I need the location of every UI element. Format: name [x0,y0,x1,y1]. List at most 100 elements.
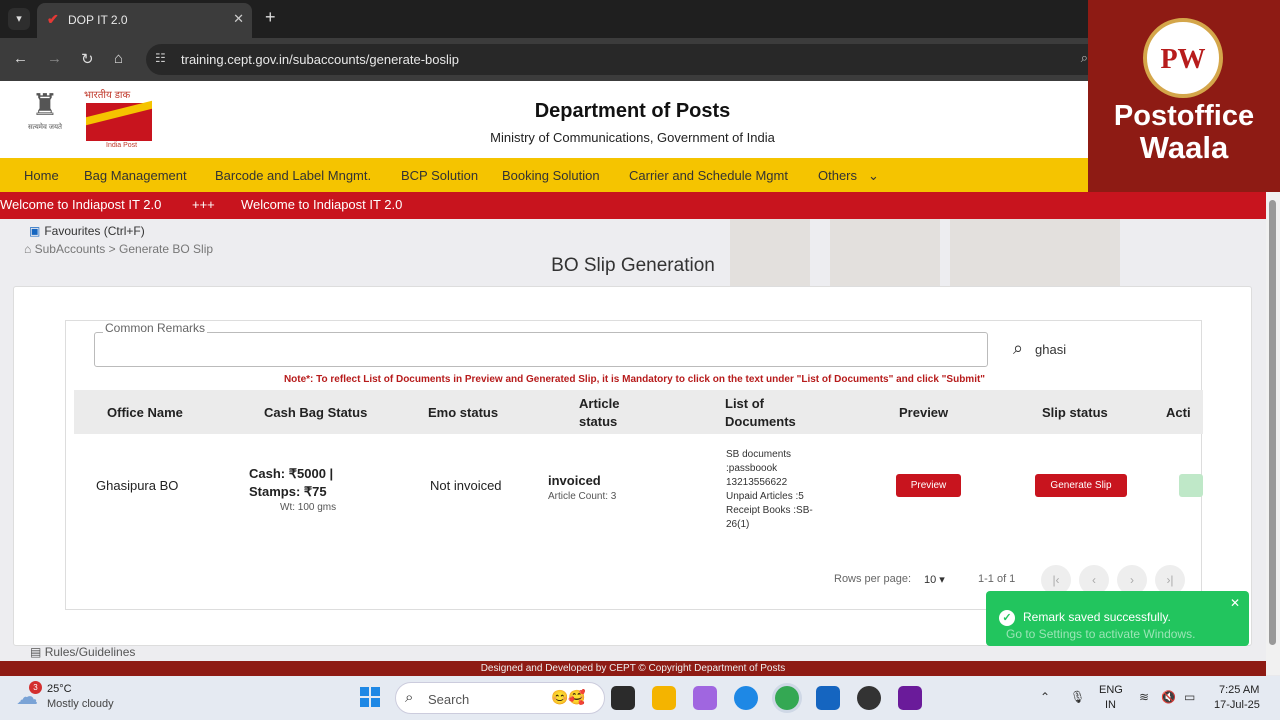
nav-bcp-solution[interactable]: BCP Solution [401,168,478,183]
rules-guidelines-link[interactable]: ▤ Rules/Guidelines [30,645,135,659]
article-status-cell: invoiced [548,473,601,488]
chrome-icon[interactable] [775,686,799,710]
nav-carrier-schedule[interactable]: Carrier and Schedule Mgmt [629,168,788,183]
browser-tab-bar: ▾ ✔ DOP IT 2.0 ✕ + [0,0,1090,38]
breadcrumb-current: Generate BO Slip [119,242,214,256]
action-button[interactable] [1179,474,1203,497]
breadcrumb: ⌂ SubAccounts > Generate BO Slip [24,242,214,256]
generate-slip-button[interactable]: Generate Slip [1035,474,1127,497]
search-highlight-icon: 😊🥰 [551,689,586,705]
start-button[interactable] [360,687,380,707]
taskbar-search-label: Search [428,692,470,707]
stamp-decoration [830,219,940,289]
site-subtitle: Ministry of Communications, Government o… [490,130,775,145]
rows-per-page-select[interactable]: 10 ▾ [924,573,945,586]
volume-muted-icon[interactable]: 🔇 [1161,690,1176,704]
stamp-decoration [730,219,810,289]
back-icon[interactable]: ← [13,50,28,67]
address-bar[interactable]: ☷ training.cept.gov.in/subaccounts/gener… [146,44,1090,75]
article-count: Article Count: 3 [548,491,617,502]
cash-amount: Cash: ₹5000 | [249,466,334,481]
forward-icon[interactable]: → [47,50,62,67]
mandatory-note: Note*: To reflect List of Documents in P… [283,374,986,385]
tab-close-icon[interactable]: ✕ [233,11,244,27]
scrollbar-thumb[interactable] [1269,200,1276,645]
search-input[interactable]: ghasi [1035,342,1066,357]
nav-home[interactable]: Home [24,168,59,183]
breadcrumb-subaccounts[interactable]: SubAccounts [35,242,106,256]
search-icon[interactable]: ⌕ [1013,338,1023,359]
horizontal-scrollbar[interactable]: ◀ ▶ [74,534,1203,537]
weather-description: Mostly cloudy [47,698,114,710]
main-nav: Home Bag Management Barcode and Label Mn… [0,158,1088,192]
slip-panel: Common Remarks ⌕ ghasi Note*: To reflect… [65,320,1203,610]
col-office-name: Office Name [107,405,183,420]
clock-time[interactable]: 7:25 AM [1219,684,1259,696]
rows-per-page-label: Rows per page: [834,573,912,585]
favourites-link[interactable]: ▣ Favourites (Ctrl+F) [29,224,145,238]
scroll-right-icon[interactable]: ▶ [1182,535,1189,537]
table-header: Office Name Cash Bag Status Emo status A… [74,390,1203,434]
col-slip-status: Slip status [1042,405,1108,420]
site-favicon-icon: ✔ [47,11,59,27]
ticker-message: Welcome to Indiapost IT 2.0 [241,197,403,212]
logo-hindi-text: भारतीय डाक [84,90,131,101]
preview-button[interactable]: Preview [896,474,961,497]
nav-bag-management[interactable]: Bag Management [84,168,187,183]
vertical-scrollbar[interactable] [1266,192,1280,675]
col-action: Acti [1166,405,1191,420]
nav-booking-solution[interactable]: Booking Solution [502,168,600,183]
windows-activation-watermark: Go to Settings to activate Windows. [1006,627,1196,641]
new-tab-icon[interactable]: + [265,7,276,28]
nav-others[interactable]: Others [818,168,857,183]
browser-tab[interactable]: ✔ DOP IT 2.0 ✕ [37,3,252,38]
common-remarks-input[interactable] [94,332,988,367]
wifi-icon[interactable]: ≋ [1139,690,1149,704]
microphone-icon[interactable]: 🎙 [1070,690,1085,704]
ticker-message: Welcome to Indiapost IT 2.0 [0,197,162,212]
search-icon: ⌕ [405,689,414,706]
pw-logo: PW [1143,18,1223,98]
col-list-of-documents: List of [725,396,764,411]
copilot-icon[interactable] [693,686,717,710]
chevron-up-icon[interactable]: ⌃ [1040,690,1050,704]
file-explorer-icon[interactable] [652,686,676,710]
task-view-icon[interactable] [611,686,635,710]
obs-icon[interactable] [857,686,881,710]
site-header: ♜ सत्यमेव जयते भारतीय डाक India Post Dep… [0,81,1088,158]
zoom-icon[interactable]: ⌕ [1081,50,1088,66]
office-name-cell: Ghasipura BO [96,478,179,493]
chevron-down-icon[interactable]: ⌄ [868,168,879,184]
col-cash-bag-status: Cash Bag Status [264,405,368,420]
home-crumb-icon: ⌂ [24,242,32,256]
bag-weight: Wt: 100 gms [280,502,337,513]
emo-status-cell: Not invoiced [430,478,502,493]
stamp-decoration [950,219,1120,289]
site-info-icon[interactable]: ☷ [155,51,166,65]
taskbar-search[interactable]: ⌕ Search 😊🥰 [395,682,605,714]
reload-icon[interactable]: ↻ [81,50,94,68]
col-preview: Preview [899,405,949,420]
store-icon[interactable] [816,686,840,710]
language-indicator[interactable]: ENG [1099,684,1123,696]
list-of-documents-link[interactable]: SB documents :passboook 13213556622 Unpa… [726,448,826,532]
nav-barcode-label[interactable]: Barcode and Label Mngmt. [215,168,371,183]
clock-date[interactable]: 17-Jul-25 [1214,699,1260,711]
edge-icon[interactable] [734,686,758,710]
tab-search-icon[interactable]: ▾ [8,8,30,30]
announcement-ticker: Welcome to Indiapost IT 2.0 +++ Welcome … [0,192,1266,219]
page-range: 1-1 of 1 [978,573,1016,585]
document-icon: ▤ [30,645,42,659]
region-indicator[interactable]: IN [1105,699,1116,711]
battery-icon[interactable]: ▭ [1184,690,1195,704]
page-title: BO Slip Generation [551,255,715,276]
home-icon[interactable]: ⌂ [114,50,123,67]
close-icon[interactable]: ✕ [1230,596,1240,610]
browser-toolbar: ← → ↻ ⌂ ☷ training.cept.gov.in/subaccoun… [0,38,1090,81]
url-text: training.cept.gov.in/subaccounts/generat… [181,52,459,67]
clipchamp-icon[interactable] [898,686,922,710]
weather-badge: 3 [29,681,42,694]
channel-watermark: PW Postoffice Waala [1088,0,1280,192]
col-article-status: Article [579,396,620,411]
scroll-left-icon[interactable]: ◀ [77,535,84,537]
